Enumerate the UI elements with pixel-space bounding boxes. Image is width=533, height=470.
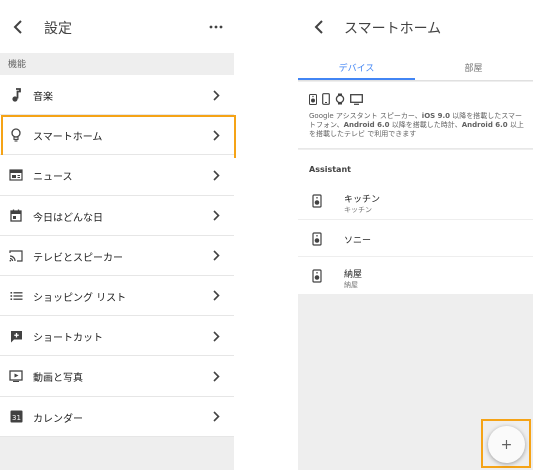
menu-item-smart-home[interactable]: スマートホーム: [0, 115, 236, 159]
tab-bar: デバイス 部屋: [298, 53, 533, 81]
desc-android-watch: Android 6.0: [343, 121, 390, 129]
back-button[interactable]: [8, 17, 28, 37]
supported-devices-description: Google アシスタント スピーカー、iOS 9.0 以降を搭載したスマートフ…: [309, 112, 529, 139]
chevron-right-icon: [210, 329, 222, 343]
chevron-right-icon: [210, 128, 222, 142]
menu-item-label: テレビとスピーカー: [33, 252, 123, 264]
device-name: ソニー: [344, 235, 372, 246]
speaker-icon: [312, 231, 322, 246]
settings-panel: 設定 機能 音楽 スマートホーム ニュース 今日はどんな日 テレビとスピーカー …: [0, 0, 236, 470]
desc-ios: iOS 9.0: [421, 112, 451, 120]
page-title: 設定: [44, 21, 72, 37]
menu-item-label: ショッピング リスト: [33, 292, 127, 304]
chevron-right-icon: [210, 168, 222, 182]
chevron-right-icon: [210, 410, 222, 424]
section-header-label: 機能: [8, 60, 27, 70]
calendar-icon: 31: [8, 409, 24, 425]
tab-rooms[interactable]: 部屋: [415, 53, 532, 81]
chevron-right-icon: [210, 289, 222, 303]
menu-item-shortcuts[interactable]: ショートカット: [0, 316, 234, 357]
speaker-icon: [312, 194, 322, 208]
device-list: キッチン キッチン ソニー 納屋 納屋: [298, 182, 533, 295]
tv-icon: [350, 93, 363, 105]
speaker-icon: [309, 93, 317, 105]
settings-app-bar: 設定: [0, 0, 234, 53]
news-icon: [8, 167, 24, 183]
back-arrow-icon: [13, 20, 22, 34]
section-header: 機能: [0, 53, 234, 75]
assistant-section-label: Assistant: [309, 165, 351, 174]
desc-part: アシスタント スピーカー、: [333, 112, 422, 120]
settings-menu-list: 音楽 スマートホーム ニュース 今日はどんな日 テレビとスピーカー ショッピング…: [0, 75, 236, 437]
speaker-icon: [312, 269, 322, 283]
desc-google: Google: [309, 112, 334, 120]
phone-icon: [322, 93, 330, 105]
menu-item-label: ショートカット: [33, 333, 103, 345]
menu-item-label: ニュース: [33, 172, 73, 184]
music-note-icon: [8, 87, 24, 103]
menu-item-video-photos[interactable]: 動画と写真: [0, 356, 234, 397]
lightbulb-icon: [8, 127, 24, 143]
back-button[interactable]: [309, 17, 329, 37]
chevron-right-icon: [210, 88, 222, 102]
shortcut-icon: [8, 328, 24, 344]
device-item-kitchen[interactable]: キッチン キッチン: [298, 182, 533, 220]
desc-android-tv: Android 6.0: [461, 121, 508, 129]
assistant-section-header: Assistant: [298, 150, 533, 182]
more-dots-icon: [209, 25, 223, 29]
device-item-sony[interactable]: ソニー: [298, 220, 533, 257]
add-device-button[interactable]: +: [488, 426, 525, 463]
device-type-icons: [309, 93, 363, 105]
active-tab-indicator: [298, 78, 415, 80]
menu-item-label: カレンダー: [33, 413, 83, 425]
menu-item-label: スマートホーム: [33, 132, 103, 144]
menu-item-news[interactable]: ニュース: [0, 155, 234, 196]
tab-devices[interactable]: デバイス: [298, 53, 415, 81]
cast-icon: [8, 248, 24, 264]
device-room: キッチン: [344, 206, 372, 214]
list-icon: [8, 288, 24, 304]
menu-item-today[interactable]: 今日はどんな日: [0, 195, 234, 236]
calendar-day-number: 31: [12, 414, 21, 422]
menu-item-shopping-list[interactable]: ショッピング リスト: [0, 275, 234, 317]
desc-part: 以降を搭載した時計、: [389, 121, 462, 129]
video-icon: [8, 368, 24, 384]
device-room: 納屋: [344, 281, 358, 289]
back-arrow-icon: [314, 20, 323, 34]
menu-item-tv-speakers[interactable]: テレビとスピーカー: [0, 235, 234, 276]
watch-icon: [335, 93, 345, 105]
device-item-barn[interactable]: 納屋 納屋: [298, 257, 533, 295]
fab-highlight: +: [481, 419, 531, 468]
menu-item-label: 今日はどんな日: [33, 212, 103, 224]
device-name: 納屋: [344, 270, 363, 280]
supported-devices-card: Google アシスタント スピーカー、iOS 9.0 以降を搭載したスマートフ…: [298, 82, 533, 149]
menu-item-label: 音楽: [33, 92, 53, 103]
page-title: スマートホーム: [344, 21, 442, 37]
menu-item-music[interactable]: 音楽: [0, 75, 234, 116]
smart-home-app-bar: スマートホーム: [298, 0, 533, 53]
smart-home-panel: スマートホーム デバイス 部屋 Google アシスタント スピーカー、iOS …: [298, 0, 533, 470]
more-options-button[interactable]: [206, 17, 226, 37]
device-name: キッチン: [344, 195, 381, 205]
plus-icon: +: [500, 436, 513, 453]
calendar-day-icon: [8, 208, 24, 224]
menu-item-label: 動画と写真: [33, 373, 83, 385]
chevron-right-icon: [210, 249, 222, 263]
menu-item-calendar[interactable]: 31 カレンダー: [0, 396, 234, 437]
chevron-right-icon: [210, 209, 222, 223]
chevron-right-icon: [210, 369, 222, 383]
